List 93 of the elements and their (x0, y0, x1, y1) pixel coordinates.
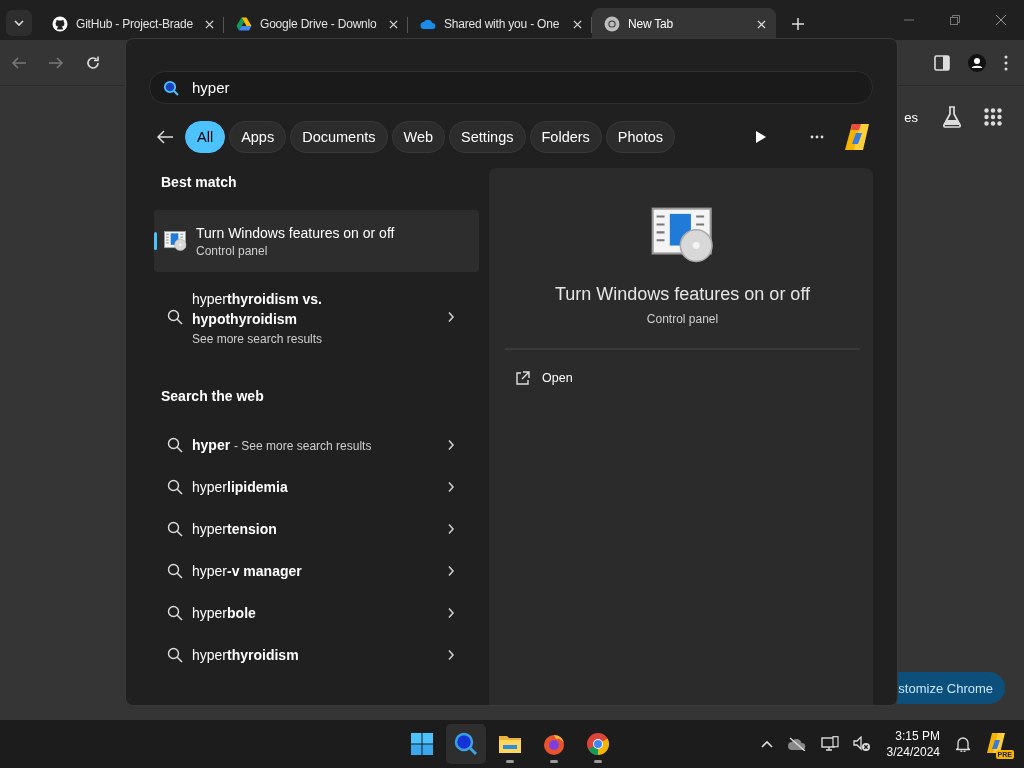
preview-subtitle: Control panel (646, 312, 719, 326)
notifications-button[interactable] (956, 736, 970, 752)
chevron-right-icon (446, 439, 455, 451)
section-heading: Best match (160, 173, 238, 192)
labs-button[interactable] (942, 106, 962, 128)
copilot-icon (842, 122, 872, 152)
arrow-left-icon (11, 54, 27, 71)
chrome-icon (604, 16, 620, 32)
filter-tab[interactable]: Folders (529, 121, 602, 153)
chevron-right-icon (446, 311, 455, 323)
filter-tab[interactable]: Web (391, 121, 446, 153)
side-panel-icon (934, 54, 950, 71)
link-text[interactable]: es (904, 109, 918, 125)
side-panel-button[interactable] (934, 54, 950, 71)
search-icon (167, 563, 183, 579)
play-icon (756, 131, 766, 143)
arrow-right-icon (48, 54, 64, 71)
bell-icon (956, 736, 970, 752)
clock-time: 3:15 PM (895, 728, 940, 744)
search-icon (163, 80, 179, 96)
filter-tab[interactable]: Documents (290, 121, 388, 153)
web-result[interactable]: hyper-v manager (154, 550, 479, 592)
search-field[interactable]: hyper (149, 71, 873, 104)
github-icon (52, 16, 68, 32)
close-icon (389, 19, 398, 29)
web-result[interactable]: hyperlipidemia (154, 466, 479, 508)
browser-tab[interactable]: New Tab (592, 8, 776, 40)
more-vertical-icon (1004, 53, 1008, 72)
filter-tab[interactable]: Apps (229, 121, 287, 153)
close-icon (996, 15, 1006, 25)
onedrive-button[interactable] (786, 737, 807, 751)
search-icon (167, 437, 183, 453)
show-hidden-icons-button[interactable] (760, 740, 773, 748)
clock-date: 3/24/2024 (886, 744, 940, 760)
flask-icon (942, 106, 962, 128)
chevron-right-icon (446, 523, 455, 535)
best-match-item[interactable]: Turn Windows features on or off Control panel (154, 210, 479, 272)
chevron-right-icon (446, 607, 455, 619)
filter-tab[interactable]: All (185, 121, 226, 153)
section-heading: Search the web (160, 387, 265, 406)
window-disc-icon (650, 206, 715, 264)
chrome-icon (586, 732, 610, 756)
more-icon (810, 135, 824, 139)
close-icon (205, 19, 214, 29)
preview-title: Turn Windows features on or off (554, 284, 811, 305)
web-result[interactable]: hyperbole (154, 592, 479, 634)
search-icon (167, 647, 183, 663)
apps-button[interactable] (984, 108, 1002, 126)
close-icon (757, 19, 766, 29)
reload-icon (85, 54, 101, 71)
search-icon (167, 605, 183, 621)
cloud-off-icon (786, 737, 807, 751)
arrow-left-icon (157, 130, 173, 144)
restore-icon (950, 15, 960, 25)
tab-search-button[interactable] (6, 10, 32, 36)
web-result[interactable]: hyperthyroidism (154, 634, 479, 676)
speaker-muted-icon (852, 736, 871, 752)
close-tab-button[interactable] (573, 19, 582, 29)
grid-icon (984, 108, 1002, 126)
filter-tab[interactable]: Photos (605, 121, 675, 153)
web-result[interactable]: hyper - See more search results (154, 424, 479, 466)
plus-icon (792, 18, 804, 30)
web-result[interactable]: hypertension (154, 508, 479, 550)
close-tab-button[interactable] (389, 19, 398, 29)
search-icon (167, 521, 183, 537)
close-tab-button[interactable] (757, 19, 766, 29)
search-icon (167, 479, 183, 495)
search-suggestion[interactable]: hyperthyroidism vs. hypothyroidism See more search results (154, 278, 479, 356)
external-link-icon (515, 370, 530, 386)
close-tab-button[interactable] (205, 19, 214, 29)
menu-button[interactable] (1004, 53, 1008, 72)
close-icon (573, 19, 582, 29)
search-icon (167, 309, 183, 325)
search-taskbar-button[interactable] (446, 724, 486, 764)
volume-button[interactable] (852, 736, 871, 752)
windows-icon (411, 733, 433, 755)
filter-tab[interactable]: Settings (449, 121, 526, 153)
person-icon (968, 53, 986, 72)
open-action[interactable]: Open (505, 350, 579, 406)
drive-icon (236, 16, 252, 32)
search-icon (454, 732, 478, 756)
browser-tab[interactable]: Shared with you - One (408, 8, 592, 40)
network-button[interactable] (820, 736, 839, 752)
chevron-right-icon (446, 481, 455, 493)
chevron-up-icon (760, 740, 773, 748)
monitor-icon (820, 736, 839, 752)
chevron-down-icon (14, 20, 24, 26)
firefox-icon (542, 732, 566, 756)
browser-tab[interactable]: Google Drive - Downlo (224, 8, 408, 40)
chevron-right-icon (446, 565, 455, 577)
customize-chrome-button[interactable]: stomize Chrome (897, 672, 1005, 704)
profile-button[interactable] (968, 53, 986, 72)
chevron-right-icon (446, 649, 455, 661)
